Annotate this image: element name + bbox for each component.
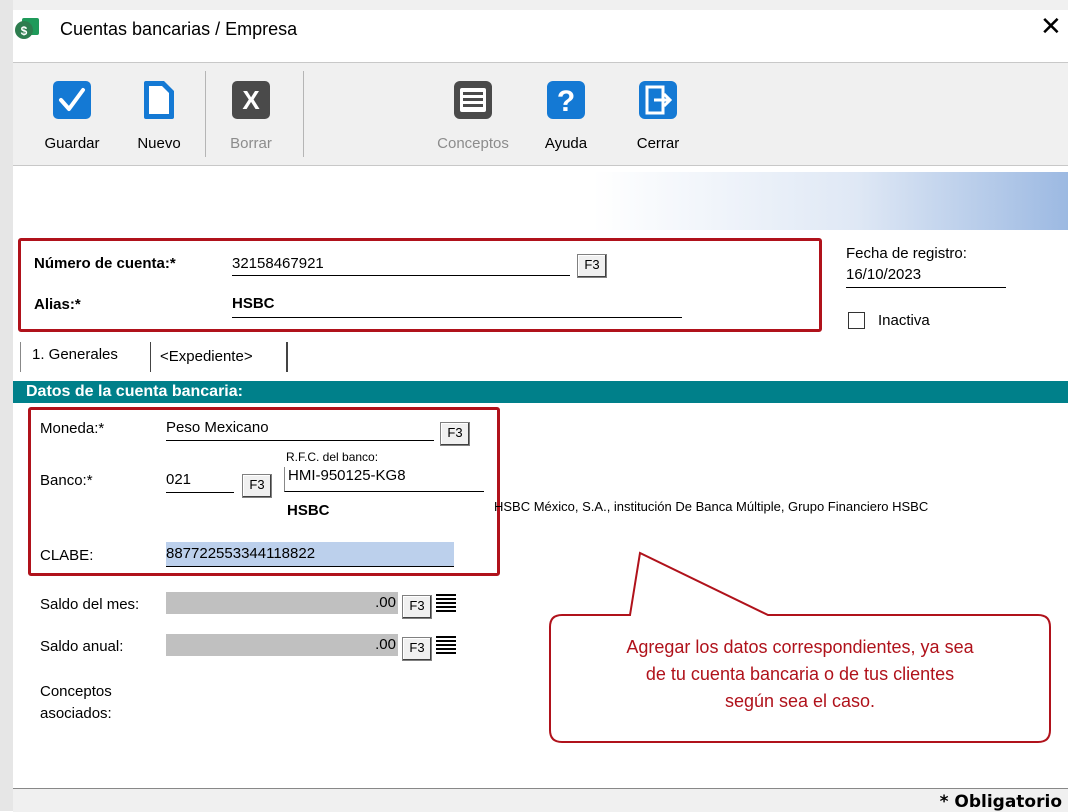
save-button[interactable]: Guardar: [27, 63, 117, 165]
bank-name: HSBC: [287, 502, 330, 519]
currency-f3-button[interactable]: F3: [440, 422, 470, 446]
toolbar-separator: [205, 71, 206, 157]
clabe-input[interactable]: 887722553344118822: [166, 542, 454, 567]
year-balance-label: Saldo anual:: [40, 638, 124, 655]
help-icon: ?: [546, 79, 586, 121]
exit-door-icon: [638, 79, 678, 121]
bank-code-input[interactable]: 021: [166, 471, 234, 493]
account-number-input[interactable]: 32158467921: [232, 255, 570, 276]
rfc-label: R.F.C. del banco:: [286, 450, 379, 464]
account-number-f3-button[interactable]: F3: [577, 254, 607, 278]
callout-line: según sea el caso.: [724, 691, 876, 711]
callout-text: Agregar los datos correspondientes, ya s…: [550, 634, 1050, 715]
concepts-label-line1: Conceptos: [40, 683, 112, 700]
new-button[interactable]: Nuevo: [119, 63, 199, 165]
window-top-border: [0, 0, 1068, 10]
help-label: Ayuda: [544, 135, 588, 152]
month-balance-list-icon[interactable]: [436, 594, 456, 612]
clabe-label: CLABE:: [40, 547, 94, 564]
window-title: Cuentas bancarias / Empresa: [60, 19, 298, 39]
delete-label: Borrar: [230, 135, 272, 152]
currency-input[interactable]: Peso Mexicano: [166, 419, 434, 441]
new-document-icon: [142, 79, 176, 121]
year-balance-f3-button[interactable]: F3: [402, 637, 432, 661]
month-balance-field: .00: [166, 592, 398, 614]
tab-generales[interactable]: 1. Generales: [32, 346, 118, 363]
svg-text:?: ?: [557, 85, 575, 118]
account-number-label: Número de cuenta:*: [34, 255, 176, 272]
delete-x-icon: X: [231, 79, 271, 121]
required-note: * Obligatorio: [939, 792, 1062, 812]
list-icon: [453, 79, 493, 121]
toolbar: Guardar Nuevo X Borrar Conceptos ? Ayuda…: [13, 62, 1068, 166]
new-label: Nuevo: [137, 135, 181, 152]
tab-border: [286, 342, 288, 372]
status-bar: [13, 788, 1068, 812]
alias-input[interactable]: HSBC: [232, 295, 682, 318]
rfc-input[interactable]: HMI-950125-KG8: [284, 467, 484, 492]
close-icon[interactable]: ✕: [1040, 14, 1062, 40]
bank-legal-name: HSBC México, S.A., institución De Banca …: [494, 499, 929, 514]
concepts-label: Conceptos: [437, 135, 509, 152]
bank-label: Banco:*: [40, 472, 93, 489]
toolbar-separator: [303, 71, 304, 157]
help-button[interactable]: ? Ayuda: [531, 63, 601, 165]
header-band: [13, 172, 1068, 230]
year-balance-list-icon[interactable]: [436, 636, 456, 654]
registration-date-field[interactable]: 16/10/2023: [846, 266, 1006, 288]
registration-date-label: Fecha de registro:: [846, 245, 967, 262]
callout-line: de tu cuenta bancaria o de tus clientes: [645, 664, 955, 684]
tab-border: [150, 342, 151, 372]
year-balance-field: .00: [166, 634, 398, 656]
tab-border: [20, 342, 21, 372]
section-title: Datos de la cuenta bancaria:: [26, 383, 243, 400]
alias-label: Alias:*: [34, 296, 81, 313]
app-money-icon: $: [14, 14, 42, 42]
month-balance-label: Saldo del mes:: [40, 596, 140, 613]
callout-line: Agregar los datos correspondientes, ya s…: [626, 637, 974, 657]
inactive-label: Inactiva: [878, 312, 930, 329]
save-label: Guardar: [44, 135, 100, 152]
svg-text:$: $: [21, 24, 28, 38]
bank-f3-button[interactable]: F3: [242, 474, 272, 498]
concepts-label-line2: asociados:: [40, 705, 112, 722]
close-window-label: Cerrar: [636, 135, 680, 152]
svg-text:X: X: [242, 85, 260, 115]
delete-button[interactable]: X Borrar: [211, 63, 291, 165]
currency-label: Moneda:*: [40, 420, 105, 437]
concepts-button[interactable]: Conceptos: [423, 63, 523, 165]
month-balance-f3-button[interactable]: F3: [402, 595, 432, 619]
window-left-border: [0, 0, 13, 811]
tab-expediente[interactable]: <Expediente>: [160, 348, 253, 365]
inactive-checkbox[interactable]: [848, 312, 865, 329]
close-window-button[interactable]: Cerrar: [623, 63, 693, 165]
check-icon: [52, 79, 92, 121]
